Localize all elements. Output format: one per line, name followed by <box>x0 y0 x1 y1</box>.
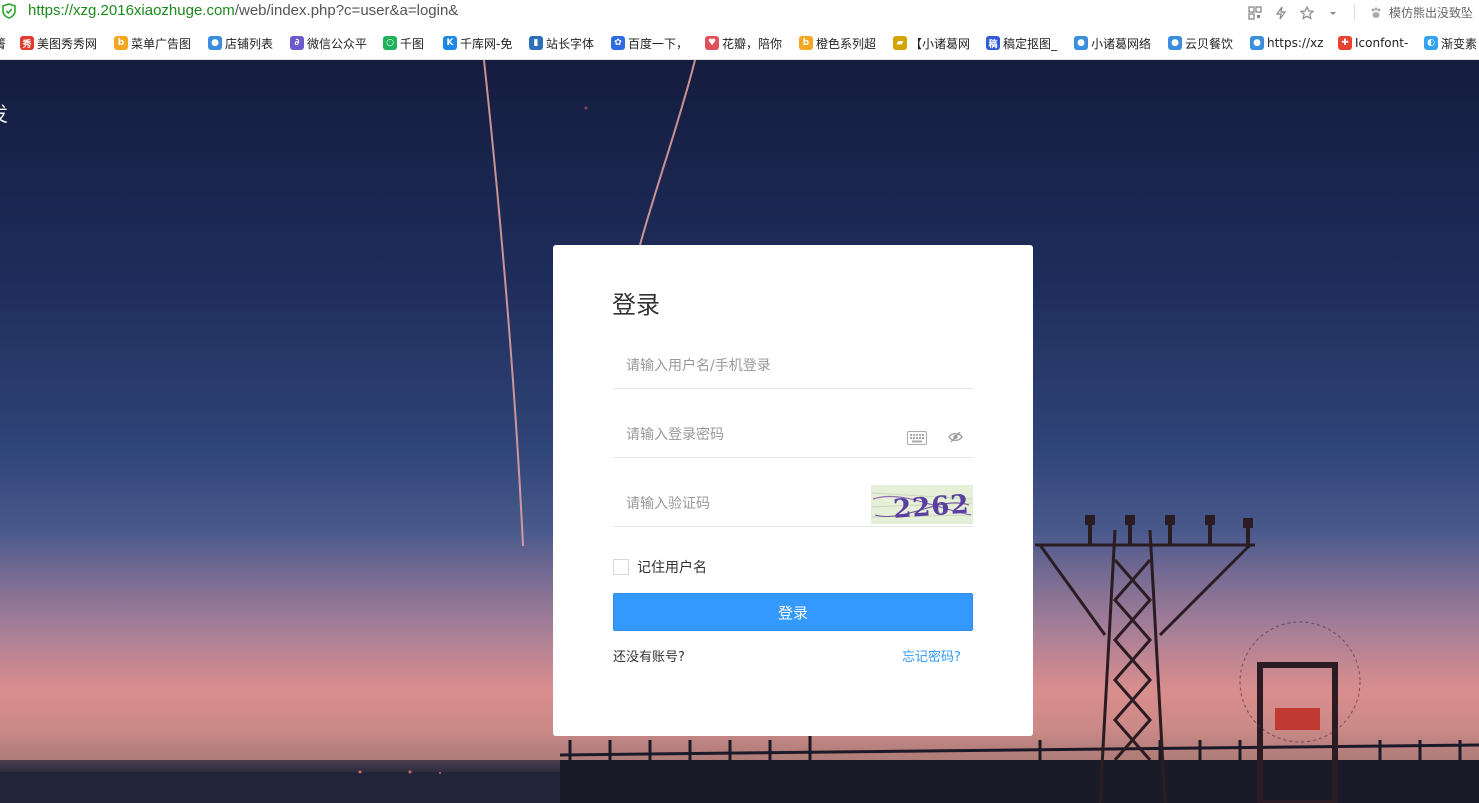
chevron-down-icon[interactable] <box>1326 6 1340 20</box>
bookmark-item[interactable]: ✚ Iconfont- <box>1338 34 1408 52</box>
username-input[interactable] <box>613 345 973 387</box>
bookmark-label: 百度一下， <box>628 36 689 51</box>
bookmark-item[interactable]: ▰ 【小诸葛网 <box>893 34 970 52</box>
bookmark-item[interactable]: 秀美图秀秀网 <box>20 34 97 52</box>
huaban-icon: ♥ <box>705 36 719 50</box>
gaoding-icon: 稿 <box>986 36 1000 50</box>
lightning-icon[interactable] <box>1274 6 1288 20</box>
url-field[interactable]: https://xzg.2016xiaozhuge.com/web/index.… <box>28 2 458 19</box>
url-host: xzg.2016xiaozhuge.com <box>73 2 235 19</box>
secure-shield-icon <box>2 3 16 19</box>
login-page-background: 发 登录 <box>0 60 1479 803</box>
bookmark-label: https://xz <box>1267 36 1324 50</box>
eye-hidden-icon[interactable] <box>948 431 963 443</box>
bookmark-item[interactable]: b 橙色系列超 <box>799 34 876 52</box>
bookmark-label: Iconfont- <box>1355 36 1409 50</box>
bookmark-label: 美图秀秀网 <box>37 36 98 51</box>
forgot-password-link[interactable]: 忘记密码? <box>902 646 961 665</box>
register-link[interactable]: 还没有账号? <box>613 646 685 665</box>
remember-row: 记住用户名 <box>613 558 707 576</box>
font-icon: ▮ <box>529 36 543 50</box>
wechat-icon: ● <box>1074 36 1088 50</box>
bookmark-label: 站长字体 <box>546 36 595 51</box>
gradient-icon: ◐ <box>1424 36 1438 50</box>
qr-code-icon[interactable] <box>1248 5 1262 20</box>
bookmarks-bar: 箐 秀美图秀秀网b菜单广告图●店铺列表∂微信公众平○千图K千库网-免▮站长字体✿… <box>0 25 1479 60</box>
username-field-wrapper <box>613 345 973 389</box>
qiantu-icon: ○ <box>383 36 397 50</box>
bookmark-item[interactable]: ♥ 花瓣，陪你 <box>705 34 782 52</box>
bookmark-item[interactable]: ● 云贝餐饮 <box>1168 34 1233 52</box>
qianku-icon: K <box>443 36 457 50</box>
bookmark-item[interactable]: 稿稿定抠图_ <box>986 34 1057 52</box>
bookmark-item[interactable]: ✿ 百度一下， <box>611 34 688 52</box>
bookmark-item[interactable]: ○ 千图 <box>383 34 424 52</box>
bookmark-item[interactable]: ● https://xz <box>1250 34 1323 52</box>
bookmark-label: 店铺列表 <box>225 36 274 51</box>
wechat-icon: ● <box>1250 36 1264 50</box>
toolbar-divider <box>1354 4 1355 21</box>
bookmark-item[interactable]: ▮ 站长字体 <box>529 34 594 52</box>
iconfont-icon: ✚ <box>1338 36 1352 50</box>
shield-badge-icon: ▰ <box>893 36 907 50</box>
bookmark-label: 菜单广告图 <box>131 36 192 51</box>
link-icon: ∂ <box>290 36 304 50</box>
bookmark-label: 小诸葛网络 <box>1091 36 1152 51</box>
bookmark-item[interactable]: ◐ 渐变素 <box>1424 34 1477 52</box>
captcha-text: 2262 <box>892 490 970 524</box>
browser-address-bar: https://xzg.2016xiaozhuge.com/web/index.… <box>0 0 1479 25</box>
captcha-image[interactable]: 2262 <box>871 485 973 524</box>
baidu-icon: ✿ <box>611 36 625 50</box>
star-icon[interactable] <box>1300 5 1314 20</box>
url-scheme: https:// <box>28 2 74 19</box>
bookmark-label: 橙色系列超 <box>816 36 877 51</box>
paw-icon[interactable] <box>1369 6 1383 20</box>
bookmark-label: 千图 <box>400 36 425 51</box>
bing-icon: b <box>799 36 813 50</box>
bookmark-label: 云贝餐饮 <box>1185 36 1234 51</box>
bookmark-label: 千库网-免 <box>460 36 513 51</box>
captcha-input[interactable] <box>613 483 863 525</box>
bookmark-label: 渐变素 <box>1441 36 1478 51</box>
bookmark-item[interactable]: b 菜单广告图 <box>114 34 191 52</box>
bookmark-label: 稿定抠图_ <box>1003 36 1058 51</box>
login-button[interactable]: 登录 <box>613 593 973 631</box>
captcha-field-wrapper: 2262 <box>613 483 973 527</box>
bookmark-item[interactable]: ● 店铺列表 <box>208 34 273 52</box>
bookmark-item[interactable]: ● 小诸葛网络 <box>1074 34 1151 52</box>
remember-label[interactable]: 记住用户名 <box>637 557 707 577</box>
login-card: 登录 请输入用户名/手机登录 请输入验证码 2262 记住用户名 登录 还没有账… <box>553 245 1033 736</box>
news-ticker[interactable]: 模仿熊出没致坠 <box>1389 4 1479 21</box>
wechat-icon: ● <box>1168 36 1182 50</box>
bing-icon: b <box>114 36 128 50</box>
keyboard-icon[interactable] <box>907 431 927 445</box>
bookmark-cut[interactable]: 箐 <box>0 34 6 52</box>
bookmark-item[interactable]: K 千库网-免 <box>443 34 512 52</box>
remember-checkbox[interactable] <box>613 559 629 575</box>
wechat-icon: ● <box>208 36 222 50</box>
password-field-wrapper <box>613 414 973 458</box>
bookmark-label: 微信公众平 <box>307 36 368 51</box>
meitu-icon: 秀 <box>20 36 34 50</box>
bookmark-item[interactable]: ∂ 微信公众平 <box>290 34 367 52</box>
login-title: 登录 <box>612 291 660 319</box>
bookmark-label: 【小诸葛网 <box>910 36 971 51</box>
url-path: /web/index.php?c=user&a=login& <box>234 2 459 19</box>
page-brand-text: 发 <box>0 98 8 127</box>
bookmark-label: 花瓣，陪你 <box>722 36 783 51</box>
